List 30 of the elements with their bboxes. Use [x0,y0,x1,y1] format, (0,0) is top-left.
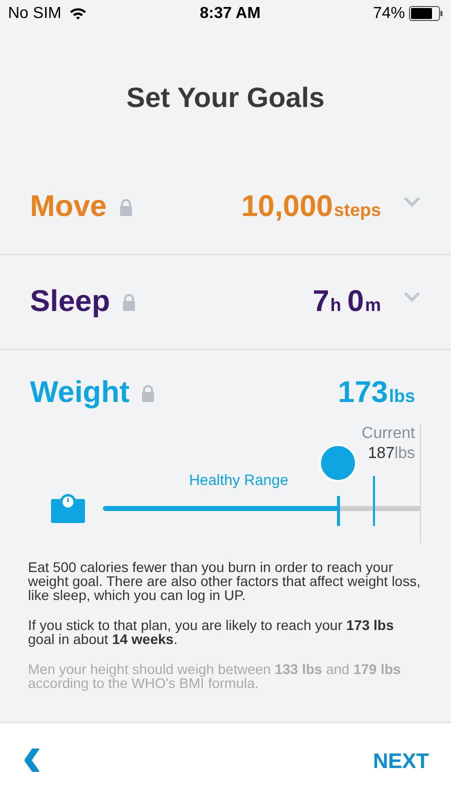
goal-name[interactable]: Weight [30,378,130,408]
wifi-icon [69,7,88,20]
page-title: Set Your Goals [125,81,326,116]
goal-name[interactable]: Move [30,192,107,222]
goal-value: 10,000steps [241,192,382,222]
chevron-down-icon[interactable] [403,196,421,208]
lock-icon [141,384,156,402]
current-label: Current [362,424,415,444]
slider-thumb[interactable] [319,444,358,482]
info-paragraph: Eat 500 calories fewer than you burn in order to reach your weight goal. There are also other factors that affect weight loss, like sleep, which you can log in UP. [28,560,422,602]
clock: 8:37 AM [200,4,261,24]
lock-icon [122,294,136,311]
carrier-label: No SIM [8,4,62,24]
chevron-down-icon[interactable] [403,291,421,302]
current-marker [373,476,376,526]
lock-icon [118,198,133,216]
info-paragraph: If you stick to that plan, you are likely to reach your 173 lbs goal in about 14 weeks. [28,618,395,646]
back-button[interactable]: ‹ [22,726,42,798]
goal-marker [337,496,340,526]
scale-icon [51,493,85,524]
slider-track[interactable] [103,506,421,512]
healthy-range-label: Healthy Range [189,471,288,492]
goal-name[interactable]: Sleep [30,287,110,318]
info-paragraph: Men your height should weigh between 133 lbs and 179 lbs according to the WHO's BMI formula. [28,662,402,690]
next-button[interactable]: NEXT [372,746,429,778]
battery-icon [408,6,443,22]
goal-value: 7h 0m [312,287,382,318]
current-weight: 187lbs [366,444,415,464]
battery-percent: 74% [372,4,405,24]
goal-value: 173lbs [338,378,416,408]
